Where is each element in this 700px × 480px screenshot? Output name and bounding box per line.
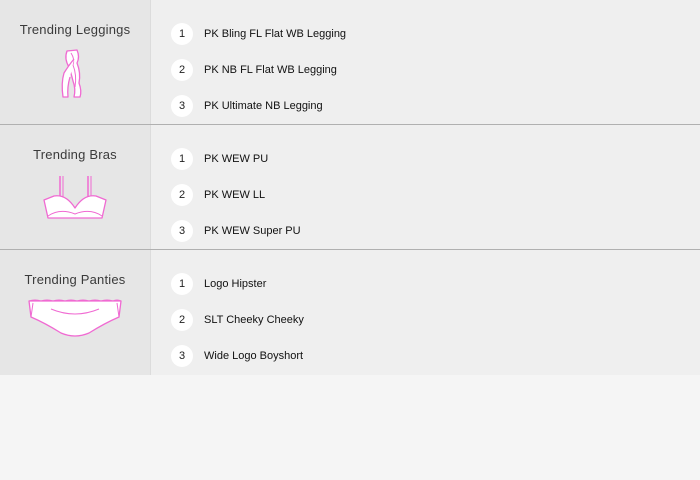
panty-icon [25, 297, 125, 346]
list-item[interactable]: 2 PK NB FL Flat WB Legging [151, 52, 700, 88]
list-item[interactable]: 2 PK WEW LL [151, 177, 700, 213]
list-item[interactable]: 2 SLT Cheeky Cheeky [151, 302, 700, 338]
trending-panel: Trending Leggings 1 PK Bling FL Flat WB … [0, 0, 700, 375]
list-item[interactable]: 3 Wide Logo Boyshort [151, 338, 700, 374]
ranked-list: 1 Logo Hipster 2 SLT Cheeky Cheeky 3 Wid… [151, 250, 700, 375]
item-label: Logo Hipster [204, 278, 267, 290]
rank-badge: 1 [171, 273, 193, 295]
list-item[interactable]: 1 PK Bling FL Flat WB Legging [151, 16, 700, 52]
rank-badge: 2 [171, 184, 193, 206]
list-item[interactable]: 1 Logo Hipster [151, 266, 700, 302]
bra-icon [40, 172, 110, 229]
category-title: Trending Leggings [19, 22, 131, 37]
rank-badge: 3 [171, 220, 193, 242]
rank-badge: 3 [171, 95, 193, 117]
ranked-list: 1 PK WEW PU 2 PK WEW LL 3 PK WEW Super P… [151, 125, 700, 249]
category-title: Trending Bras [33, 147, 117, 162]
category-header: Trending Panties [0, 250, 151, 375]
section-bras: Trending Bras 1 PK WEW PU 2 PK WEW LL 3 … [0, 125, 700, 250]
rank-badge: 1 [171, 148, 193, 170]
rank-badge: 1 [171, 23, 193, 45]
item-label: PK WEW Super PU [204, 225, 301, 237]
category-title: Trending Panties [24, 272, 126, 287]
item-label: PK NB FL Flat WB Legging [204, 64, 337, 76]
ranked-list: 1 PK Bling FL Flat WB Legging 2 PK NB FL… [151, 0, 700, 124]
item-label: PK WEW LL [204, 189, 266, 201]
list-item[interactable]: 3 PK WEW Super PU [151, 213, 700, 249]
list-item[interactable]: 1 PK WEW PU [151, 141, 700, 177]
list-item[interactable]: 3 PK Ultimate NB Legging [151, 88, 700, 124]
rank-badge: 3 [171, 345, 193, 367]
section-panties: Trending Panties 1 Logo Hipster 2 SLT Ch… [0, 250, 700, 375]
item-label: PK Ultimate NB Legging [204, 100, 323, 112]
category-header: Trending Leggings [0, 0, 151, 124]
item-label: SLT Cheeky Cheeky [204, 314, 304, 326]
category-header: Trending Bras [0, 125, 151, 249]
rank-badge: 2 [171, 309, 193, 331]
item-label: Wide Logo Boyshort [204, 350, 304, 362]
item-label: PK WEW PU [204, 153, 269, 165]
section-leggings: Trending Leggings 1 PK Bling FL Flat WB … [0, 0, 700, 125]
item-label: PK Bling FL Flat WB Legging [204, 28, 347, 40]
leggings-icon [55, 47, 95, 106]
rank-badge: 2 [171, 59, 193, 81]
